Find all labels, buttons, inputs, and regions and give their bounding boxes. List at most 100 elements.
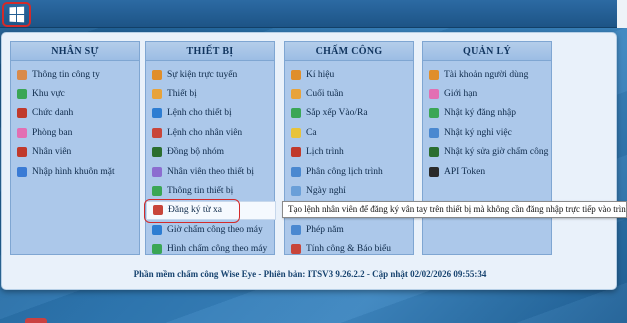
menu-item-list: Thông tin công ty Khu vực Chức danh Phòng b…	[11, 61, 139, 181]
menu-item[interactable]: Nhật ký sửa giờ chấm công	[423, 143, 551, 162]
menu-item[interactable]: Thông tin công ty	[11, 65, 139, 84]
edit-log-icon	[429, 147, 439, 158]
menu-item-label: Thiết bị	[167, 89, 197, 100]
menu-item[interactable]: Đồng bộ nhóm	[146, 143, 274, 162]
menu-item[interactable]: Nhập hình khuôn mặt	[11, 162, 139, 181]
top-bar-edge	[617, 0, 627, 28]
employee-icon	[17, 147, 27, 158]
menu-column-header: QUẢN LÝ	[423, 42, 551, 61]
menu-item-label: Lịch trình	[306, 147, 344, 158]
menu-item-label: Sự kiện trực tuyến	[167, 69, 238, 80]
sort-inout-icon	[291, 108, 301, 119]
menu-item[interactable]: Giờ chấm công theo máy	[146, 220, 274, 239]
menu-item[interactable]: Nhân viên	[11, 143, 139, 162]
weekend-icon	[291, 89, 301, 100]
menu-column-0: NHÂN SỰ Thông tin công ty Khu vực Chức danh…	[10, 41, 140, 255]
menu-item-label: Khu vực	[32, 89, 65, 100]
menu-item-label: Chức danh	[32, 108, 74, 119]
menu-column-1: THIẾT BỊ Sự kiện trực tuyến Thiết bị Lệnh c…	[144, 41, 276, 255]
sync-icon	[152, 147, 162, 158]
menu-item[interactable]: Khu vực	[11, 84, 139, 103]
menu-item[interactable]: Sắp xếp Vào/Ra	[285, 104, 413, 123]
menu-item-label: Phân công lịch trình	[306, 166, 383, 177]
report-icon	[291, 244, 301, 255]
menu-item[interactable]: Phép năm	[285, 220, 413, 239]
menu-item-label: Nhật ký nghỉ việc	[444, 127, 512, 138]
menu-item[interactable]: Lệnh cho nhân viên	[146, 123, 274, 142]
menu-item-label: Phép năm	[306, 224, 344, 235]
menu-item-label: Phòng ban	[32, 127, 73, 138]
menu-item[interactable]: Ca	[285, 123, 413, 142]
image-icon	[152, 244, 162, 255]
menu-item-label: Thông tin công ty	[32, 69, 100, 80]
menu-column-header: CHẤM CÔNG	[285, 42, 413, 61]
device-info-icon	[152, 186, 162, 197]
menu-item-label: Nhật ký đăng nhập	[444, 108, 517, 119]
menu-item-label: Kí hiệu	[306, 69, 335, 80]
menu-item[interactable]: Giới hạn	[423, 84, 551, 103]
menu-item-label: Thông tin thiết bị	[167, 186, 234, 197]
menu-item-label: Tài khoản người dùng	[444, 69, 529, 80]
api-token-icon	[429, 166, 439, 177]
menu-item-label: Giờ chấm công theo máy	[167, 224, 263, 235]
menu-item[interactable]: Thông tin thiết bị	[146, 181, 274, 200]
tooltip: Tạo lệnh nhân viên để đăng ký vân tay tr…	[282, 201, 627, 218]
menu-item[interactable]: Kí hiệu	[285, 65, 413, 84]
menu-item[interactable]: Nhật ký nghỉ việc	[423, 123, 551, 142]
version-footer: Phần mềm chấm công Wise Eye - Phiên bản:…	[133, 269, 487, 279]
menu-item[interactable]: Nhân viên theo thiết bị	[146, 162, 274, 181]
face-icon	[17, 166, 27, 177]
menu-item[interactable]: Tài khoản người dùng	[423, 65, 551, 84]
menu-item-label: Nhân viên theo thiết bị	[167, 166, 255, 177]
company-icon	[17, 69, 27, 80]
resign-log-icon	[429, 127, 439, 138]
employee-command-icon	[152, 127, 162, 138]
menu-item-list: Sự kiện trực tuyến Thiết bị Lệnh cho thiết…	[144, 61, 276, 259]
taskbar-app-icon[interactable]	[25, 318, 47, 323]
menu-column-header: THIẾT BỊ	[146, 42, 274, 61]
employee-device-icon	[152, 166, 162, 177]
menu-item[interactable]: Sự kiện trực tuyến	[146, 65, 274, 84]
menu-item[interactable]: Đăng ký từ xa	[144, 198, 276, 223]
menu-column-2: CHẤM CÔNG Kí hiệu Cuối tuần Sắp xếp Vào/Ra C…	[284, 41, 414, 255]
limit-icon	[429, 89, 439, 100]
menu-item-label: API Token	[444, 166, 486, 177]
department-icon	[17, 127, 27, 138]
menu-item-label: Cuối tuần	[306, 89, 344, 100]
menu-item-list: Tài khoản người dùng Giới hạn Nhật ký đăng…	[423, 61, 551, 181]
position-icon	[17, 108, 27, 119]
menu-item[interactable]: Cuối tuần	[285, 84, 413, 103]
start-menu-button[interactable]	[2, 2, 31, 27]
menu-item[interactable]: Ngày nghỉ	[285, 181, 413, 200]
top-bar	[0, 0, 627, 28]
menu-item[interactable]: Phân công lịch trình	[285, 162, 413, 181]
menu-item[interactable]: API Token	[423, 162, 551, 181]
menu-item[interactable]: Chức danh	[11, 104, 139, 123]
menu-item-label: Nhập hình khuôn mặt	[32, 166, 115, 177]
device-icon	[152, 89, 162, 100]
highlight-ring	[144, 198, 240, 223]
clock-icon	[152, 224, 162, 235]
menu-item[interactable]: Tính công & Báo biểu	[285, 240, 413, 259]
menu-item-label: Lệnh cho nhân viên	[167, 127, 243, 138]
menu-item[interactable]: Phòng ban	[11, 123, 139, 142]
menu-item-label: Nhật ký sửa giờ chấm công	[444, 147, 549, 158]
menu-item-label: Ca	[306, 127, 317, 138]
location-icon	[17, 89, 27, 100]
shift-icon	[291, 127, 301, 138]
menu-item[interactable]: Thiết bị	[146, 84, 274, 103]
schedule-icon	[291, 147, 301, 158]
login-log-icon	[429, 108, 439, 119]
menu-item-label: Hình chấm công theo máy	[167, 244, 268, 255]
menu-item-label: Đồng bộ nhóm	[167, 147, 224, 158]
menu-item-label: Giới hạn	[444, 89, 478, 100]
menu-item[interactable]: Lịch trình	[285, 143, 413, 162]
menu-item-label: Nhân viên	[32, 147, 72, 158]
windows-logo-icon	[9, 6, 25, 23]
symbol-icon	[291, 69, 301, 80]
device-command-icon	[152, 108, 162, 119]
menu-item[interactable]: Lệnh cho thiết bị	[146, 104, 274, 123]
menu-item[interactable]: Hình chấm công theo máy	[146, 240, 274, 259]
menu-item-label: Tính công & Báo biểu	[306, 244, 391, 255]
menu-item[interactable]: Nhật ký đăng nhập	[423, 104, 551, 123]
